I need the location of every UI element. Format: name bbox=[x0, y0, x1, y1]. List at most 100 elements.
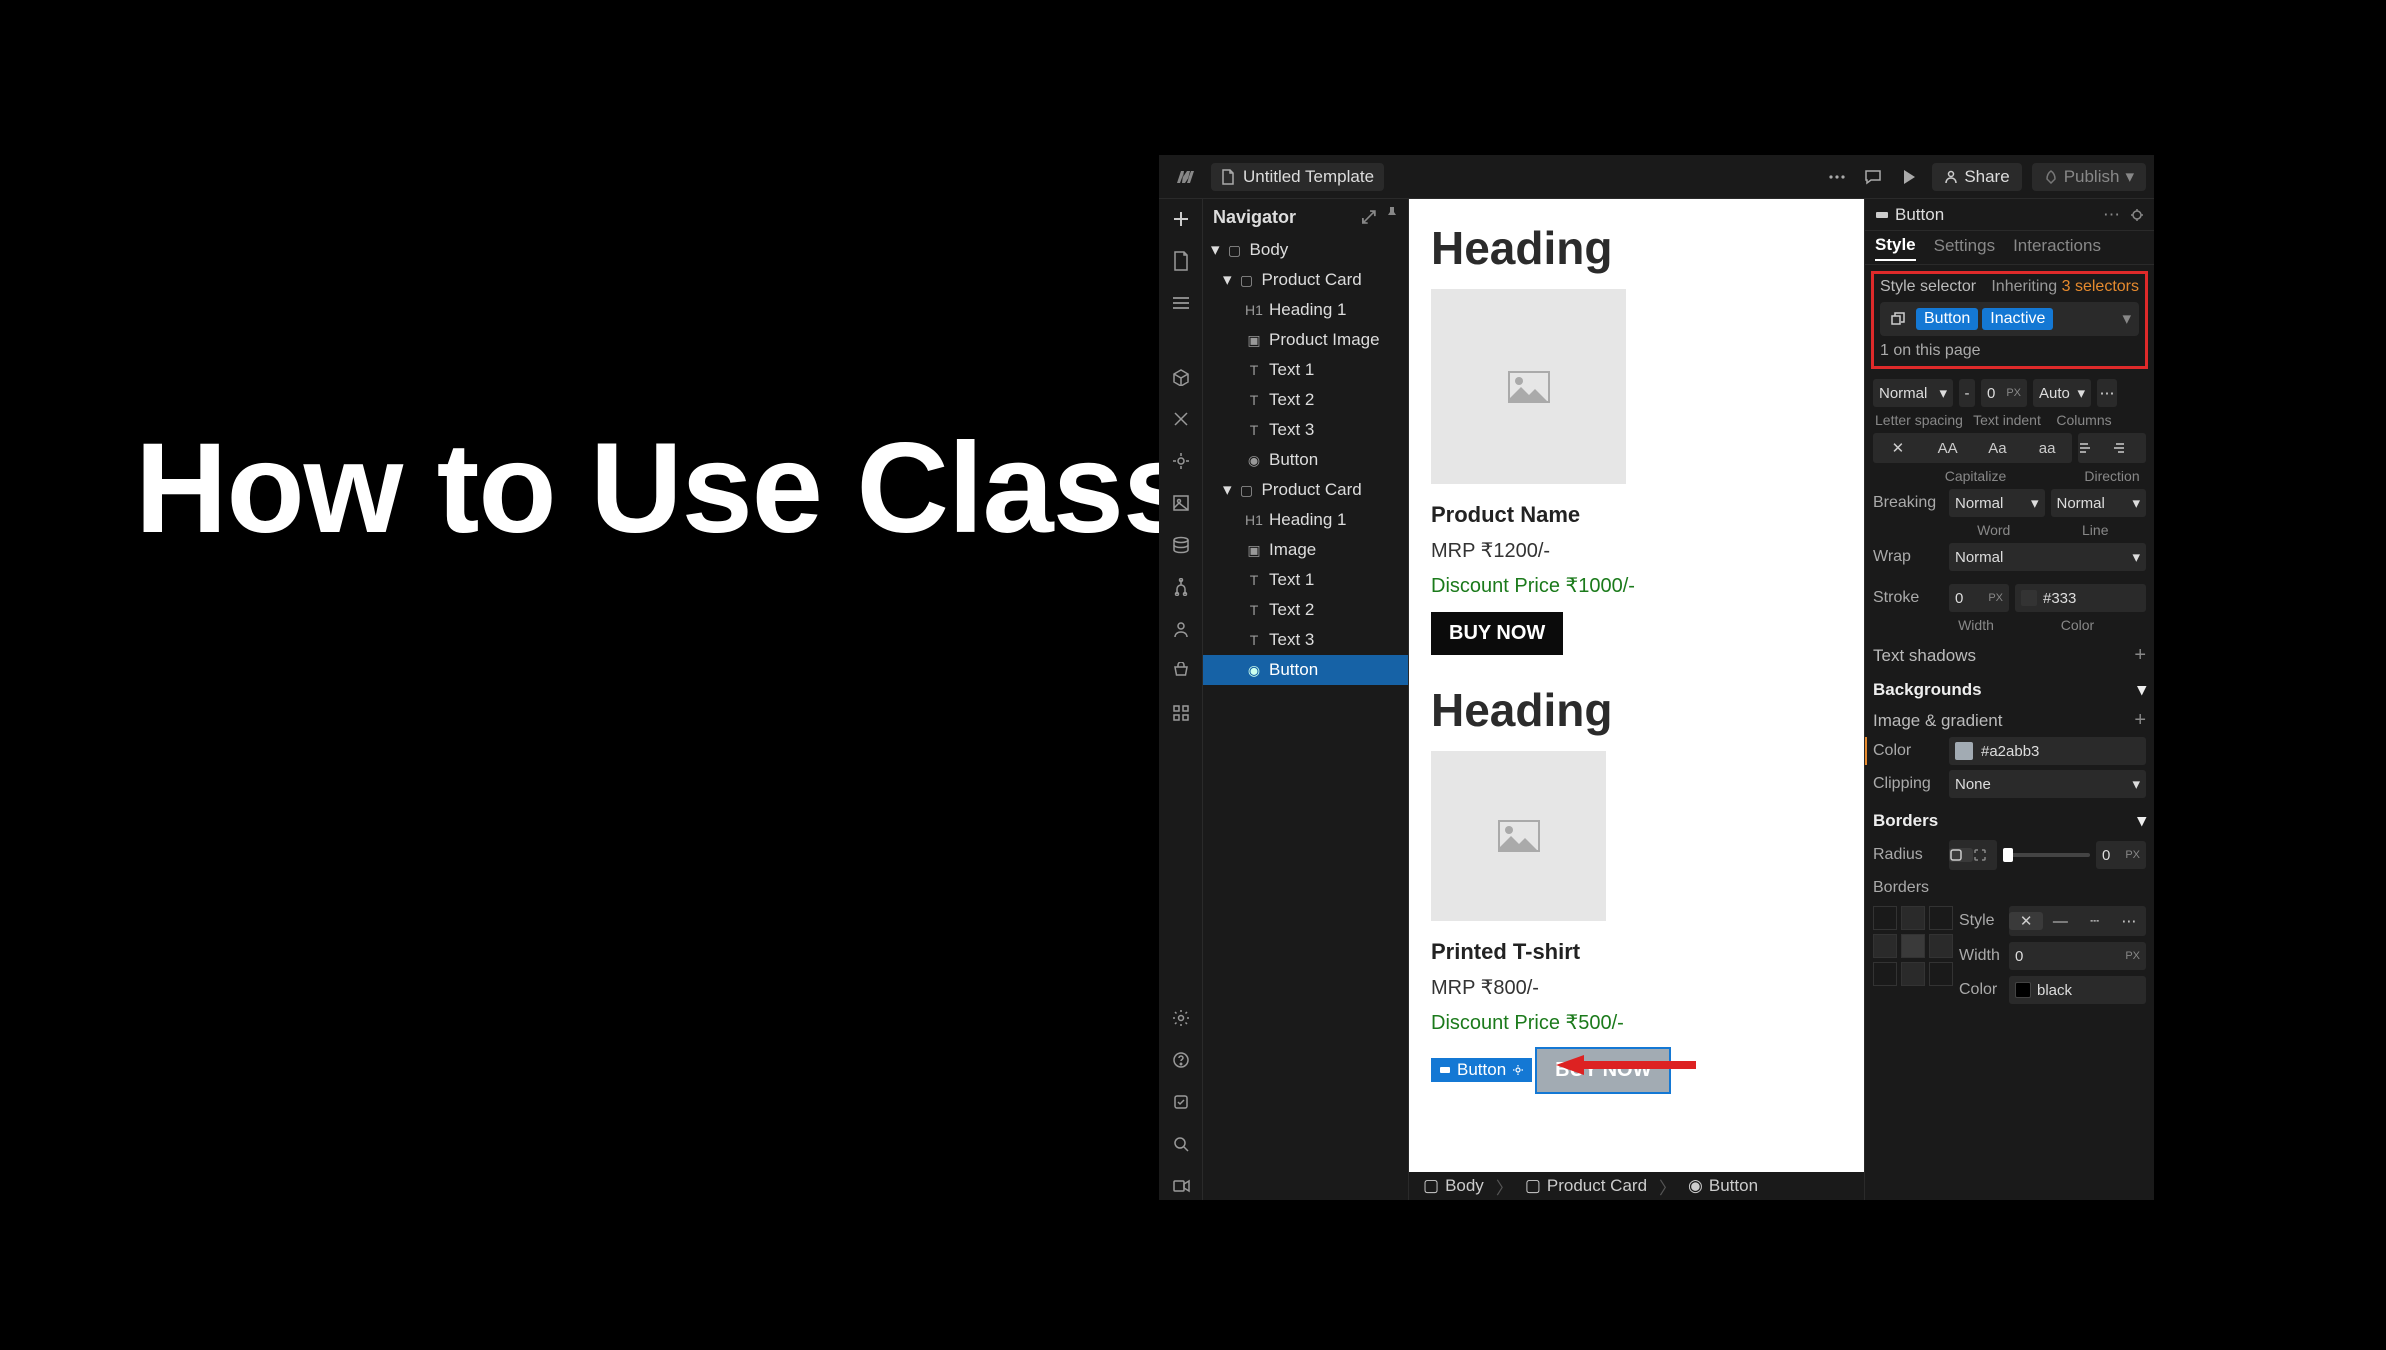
nav-text-3b[interactable]: T Text 3 bbox=[1203, 625, 1408, 655]
share-button[interactable]: Share bbox=[1932, 163, 2021, 191]
border-solid-icon[interactable]: — bbox=[2043, 913, 2077, 930]
bg-color-input[interactable]: #a2abb3 bbox=[1949, 737, 2146, 765]
nav-text-2a[interactable]: T Text 2 bbox=[1203, 385, 1408, 415]
word-break-select[interactable]: Normal▾ bbox=[1949, 489, 2045, 517]
more-icon[interactable] bbox=[1824, 164, 1850, 190]
breadcrumb-body[interactable]: ▢ Body bbox=[1417, 1176, 1490, 1196]
tab-style[interactable]: Style bbox=[1875, 235, 1916, 261]
capitalize-lower[interactable]: aa bbox=[2022, 440, 2072, 457]
nav-text-1a[interactable]: T Text 1 bbox=[1203, 355, 1408, 385]
radius-individual-icon[interactable] bbox=[1973, 848, 1997, 862]
canvas-content[interactable]: Heading Product Name MRP ₹1200/- Discoun… bbox=[1409, 199, 1864, 1172]
border-dotted-icon[interactable]: ⋯ bbox=[2112, 912, 2146, 930]
pages-icon[interactable] bbox=[1167, 247, 1195, 275]
nav-image-b[interactable]: ▣ Image bbox=[1203, 535, 1408, 565]
ecommerce-icon[interactable] bbox=[1167, 657, 1195, 685]
nav-text-2b[interactable]: T Text 2 bbox=[1203, 595, 1408, 625]
class-tag-button[interactable]: Button bbox=[1916, 308, 1978, 330]
nav-product-image[interactable]: ▣ Product Image bbox=[1203, 325, 1408, 355]
canvas-heading-1[interactable]: Heading bbox=[1431, 221, 1842, 275]
collapse-icon[interactable]: ⤢ bbox=[1362, 207, 1376, 228]
border-all[interactable] bbox=[1901, 934, 1925, 958]
inheriting-text[interactable]: Inheriting 3 selectors bbox=[1991, 278, 2139, 296]
cms-icon[interactable] bbox=[1167, 531, 1195, 559]
search-icon[interactable] bbox=[1167, 1130, 1195, 1158]
nav-text-1b[interactable]: T Text 1 bbox=[1203, 565, 1408, 595]
audit-icon[interactable] bbox=[1167, 1088, 1195, 1116]
product-card-2[interactable]: Heading Printed T-shirt MRP ₹800/- Disco… bbox=[1431, 683, 1842, 1092]
preview-play-icon[interactable] bbox=[1896, 164, 1922, 190]
help-icon[interactable] bbox=[1167, 1046, 1195, 1074]
nav-button-a[interactable]: ◉ Button bbox=[1203, 445, 1408, 475]
nav-product-card-1[interactable]: ▾▢ Product Card bbox=[1203, 265, 1408, 295]
discount-1[interactable]: Discount Price ₹1000/- bbox=[1431, 573, 1842, 598]
mrp-1[interactable]: MRP ₹1200/- bbox=[1431, 538, 1842, 563]
selector-state-icon[interactable] bbox=[1884, 306, 1912, 332]
border-style-group[interactable]: ✕ — ┄ ⋯ bbox=[2009, 906, 2146, 936]
add-text-shadow-icon[interactable]: + bbox=[2134, 644, 2146, 667]
variables-icon[interactable] bbox=[1167, 405, 1195, 433]
bg-color-swatch[interactable] bbox=[1955, 742, 1973, 760]
buy-now-button-1[interactable]: BUY NOW bbox=[1431, 612, 1563, 655]
components-icon[interactable] bbox=[1167, 363, 1195, 391]
tab-settings[interactable]: Settings bbox=[1934, 236, 1995, 260]
border-color-input[interactable]: black bbox=[2009, 976, 2146, 1004]
users-icon[interactable] bbox=[1167, 615, 1195, 643]
stroke-color-input[interactable]: #333 bbox=[2015, 584, 2146, 612]
canvas-heading-2[interactable]: Heading bbox=[1431, 683, 1842, 737]
mrp-2[interactable]: MRP ₹800/- bbox=[1431, 975, 1842, 1000]
radius-mode-toggle[interactable] bbox=[1949, 840, 1997, 870]
radius-input[interactable]: 0 PX bbox=[2096, 841, 2146, 869]
stroke-width-input[interactable]: 0PX bbox=[1949, 584, 2009, 612]
radius-slider[interactable] bbox=[2003, 853, 2090, 857]
borders-section-header[interactable]: Borders ▾ bbox=[1873, 803, 2146, 835]
capitalize-group[interactable]: ✕ AA Aa aa bbox=[1873, 433, 2072, 463]
selector-input[interactable]: Button Inactive ▾ bbox=[1880, 302, 2139, 336]
apps-icon[interactable] bbox=[1167, 699, 1195, 727]
direction-ltr-icon[interactable] bbox=[2078, 441, 2112, 455]
clipping-select[interactable]: None▾ bbox=[1949, 770, 2146, 798]
settings-gear-icon[interactable] bbox=[1167, 1004, 1195, 1032]
wrap-select[interactable]: Normal▾ bbox=[1949, 543, 2146, 571]
chevron-down-icon[interactable]: ▾ bbox=[2122, 309, 2135, 329]
styles-icon[interactable] bbox=[1167, 447, 1195, 475]
breadcrumb-button[interactable]: ◉ Button bbox=[1682, 1176, 1764, 1196]
discount-2[interactable]: Discount Price ₹500/- bbox=[1431, 1010, 1842, 1035]
nav-heading-1a[interactable]: H1 Heading 1 bbox=[1203, 295, 1408, 325]
navigator-icon[interactable] bbox=[1167, 289, 1195, 317]
direction-group[interactable] bbox=[2078, 433, 2146, 463]
border-side-selector[interactable] bbox=[1873, 906, 1953, 986]
comment-icon[interactable] bbox=[1860, 164, 1886, 190]
image-placeholder-2[interactable] bbox=[1431, 751, 1606, 921]
webflow-logo-icon[interactable] bbox=[1167, 159, 1203, 195]
border-bottom[interactable] bbox=[1901, 962, 1925, 986]
focus-icon[interactable] bbox=[2130, 208, 2144, 222]
breadcrumb-product-card[interactable]: ▢ Product Card bbox=[1519, 1176, 1653, 1196]
nav-body[interactable]: ▾▢ Body bbox=[1203, 235, 1408, 265]
page-title-pill[interactable]: Untitled Template bbox=[1211, 163, 1384, 191]
capitalize-title[interactable]: Aa bbox=[1973, 440, 2023, 457]
line-break-select[interactable]: Normal▾ bbox=[2051, 489, 2147, 517]
product-name-1[interactable]: Product Name bbox=[1431, 502, 1842, 528]
add-element-icon[interactable] bbox=[1167, 205, 1195, 233]
selection-label[interactable]: Button bbox=[1431, 1058, 1532, 1082]
border-right[interactable] bbox=[1929, 934, 1953, 958]
product-card-1[interactable]: Heading Product Name MRP ₹1200/- Discoun… bbox=[1431, 221, 1842, 683]
more-icon[interactable]: ⋯ bbox=[2097, 379, 2117, 407]
publish-button[interactable]: Publish ▾ bbox=[2032, 163, 2146, 191]
direction-rtl-icon[interactable] bbox=[2112, 441, 2146, 455]
nav-product-card-2[interactable]: ▾▢ Product Card bbox=[1203, 475, 1408, 505]
border-top[interactable] bbox=[1901, 906, 1925, 930]
capitalize-none[interactable]: ✕ bbox=[1873, 439, 1923, 457]
logic-icon[interactable] bbox=[1167, 573, 1195, 601]
nav-button-b-selected[interactable]: ◉ Button bbox=[1203, 655, 1408, 685]
capitalize-upper[interactable]: AA bbox=[1923, 440, 1973, 457]
class-tag-inactive[interactable]: Inactive bbox=[1982, 308, 2053, 330]
assets-icon[interactable] bbox=[1167, 489, 1195, 517]
pin-icon[interactable] bbox=[1386, 207, 1398, 228]
border-none-icon[interactable]: ✕ bbox=[2009, 912, 2043, 930]
border-dashed-icon[interactable]: ┄ bbox=[2078, 912, 2112, 930]
video-icon[interactable] bbox=[1167, 1172, 1195, 1200]
selection-settings-icon[interactable] bbox=[1512, 1064, 1524, 1076]
backgrounds-section-header[interactable]: Backgrounds ▾ bbox=[1873, 672, 2146, 704]
